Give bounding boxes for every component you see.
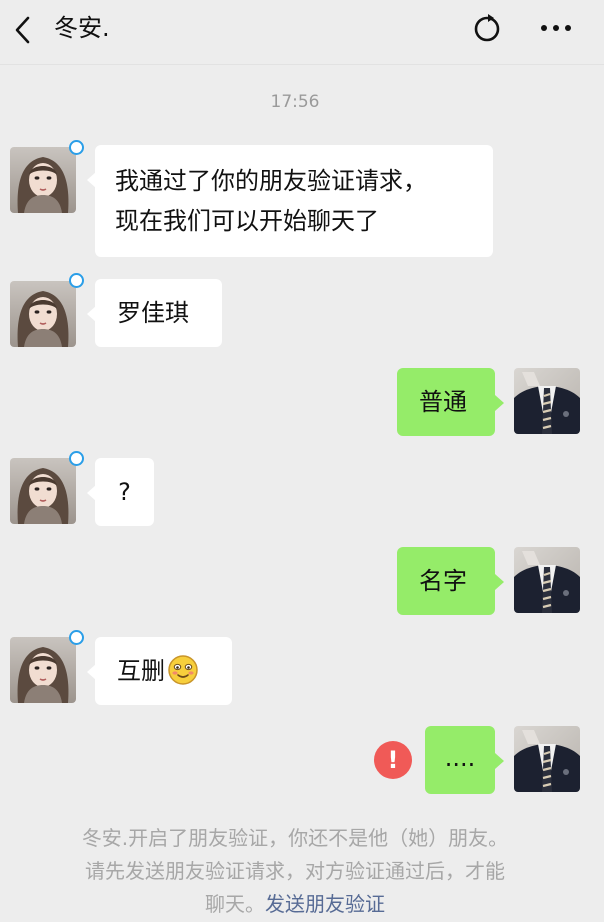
status-dot-icon [69,140,84,155]
message-bubble[interactable]: 我通过了你的朋友验证请求， 现在我们可以开始聊天了 [95,145,493,257]
message-bubble[interactable]: 普通 [397,368,495,436]
message-text: ? [118,478,131,506]
system-notice-line-with-link: 聊天。发送朋友验证 [30,888,560,921]
system-notice: 冬安.开启了朋友验证，你还不是他（她）朋友。 请先发送朋友验证请求，对方验证通过… [30,822,560,921]
contact-avatar[interactable] [10,147,76,213]
bubble-tail [495,395,504,411]
message-bubble[interactable]: ? [95,458,154,526]
message-bubble[interactable]: 互删 [95,637,232,705]
bubble-tail [495,574,504,590]
send-friend-request-link[interactable]: 发送朋友验证 [265,892,385,916]
chevron-left-icon[interactable] [8,12,40,48]
message-bubble[interactable]: 罗佳琪 [95,279,222,347]
contact-avatar[interactable] [10,281,76,347]
message-text: 互删 [117,657,165,685]
message-row-received: 互删 [0,630,604,707]
system-notice-line: 请先发送朋友验证请求，对方验证通过后，才能 [85,859,505,883]
message-row-received: ? [0,451,604,528]
status-dot-icon [69,630,84,645]
chat-title: 冬安. [54,14,110,42]
message-row-sent: 普通 [0,368,604,438]
bubble-tail [495,753,504,769]
message-text: 普通 [419,388,467,416]
message-row-sent: 名字 [0,547,604,617]
status-dot-icon [69,451,84,466]
message-row-received: 罗佳琪 [0,273,604,349]
status-dot-icon [69,273,84,288]
message-text: .... [444,744,476,772]
more-dots-icon[interactable] [536,12,576,44]
system-notice-line: 冬安.开启了朋友验证，你还不是他（她）朋友。 [81,826,509,850]
my-avatar[interactable] [514,726,580,792]
message-bubble[interactable]: 名字 [397,547,495,615]
message-text-line: 我通过了你的朋友验证请求， [115,167,427,195]
message-row-received: 我通过了你的朋友验证请求， 现在我们可以开始聊天了 [0,140,604,265]
message-timestamp: 17:56 [270,92,320,112]
system-notice-text: 聊天。 [205,892,265,916]
refresh-circle-icon[interactable] [471,12,503,44]
my-avatar[interactable] [514,547,580,613]
message-text-line: 现在我们可以开始聊天了 [115,207,379,235]
smile-emoji-icon [167,654,199,686]
message-text: 罗佳琪 [117,299,189,327]
my-avatar[interactable] [514,368,580,434]
message-text: 名字 [419,567,467,595]
contact-avatar[interactable] [10,637,76,703]
chat-header: 冬安. [0,0,604,65]
send-failed-icon[interactable]: ! [374,741,412,779]
message-row-sent: ! .... [0,726,604,796]
contact-avatar[interactable] [10,458,76,524]
message-bubble[interactable]: .... [425,726,495,794]
